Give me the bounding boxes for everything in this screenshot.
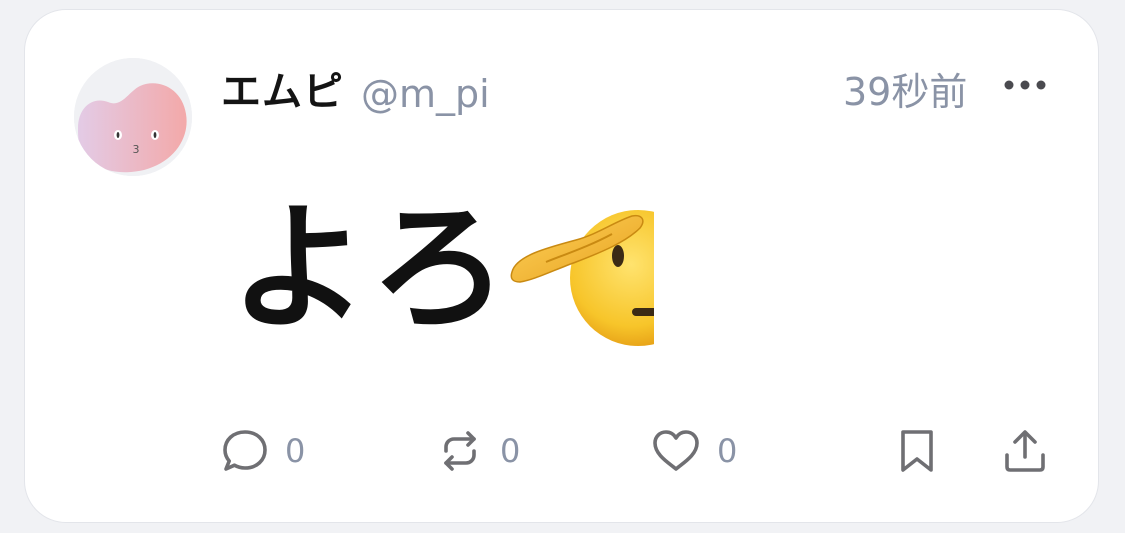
share-upload-icon: [1005, 430, 1045, 472]
reply-bubble-icon: [223, 430, 267, 471]
bookmark-icon: [901, 430, 933, 472]
repost-icon: [444, 431, 476, 471]
avatar[interactable]: 3: [74, 58, 192, 176]
post-card[interactable]: 3 エムピ @m_pi 39秒前 よろ 0 0 0: [24, 9, 1099, 523]
ellipsis-icon: [1004, 80, 1046, 90]
svg-text:3: 3: [133, 143, 140, 156]
avatar-blob-face-icon: 3: [74, 58, 192, 176]
share-button[interactable]: [1001, 426, 1049, 476]
reply-button[interactable]: 0: [221, 426, 305, 476]
post-timestamp[interactable]: 39秒前: [843, 66, 967, 118]
author-handle[interactable]: @m_pi: [361, 68, 490, 120]
repost-button[interactable]: 0: [436, 426, 520, 476]
repost-count: 0: [500, 432, 521, 470]
post-actions: 0 0 0: [25, 420, 1098, 484]
post-text: よろ: [230, 186, 511, 349]
saluting-face-icon: [506, 196, 655, 346]
reply-count: 0: [285, 432, 306, 470]
like-button[interactable]: 0: [651, 426, 737, 476]
post-body: よろ: [230, 186, 655, 349]
more-options-button[interactable]: [999, 70, 1051, 100]
like-count: 0: [717, 432, 738, 470]
author-display-name[interactable]: エムピ: [221, 66, 344, 118]
bookmark-button[interactable]: [897, 426, 937, 476]
heart-icon: [653, 430, 699, 471]
